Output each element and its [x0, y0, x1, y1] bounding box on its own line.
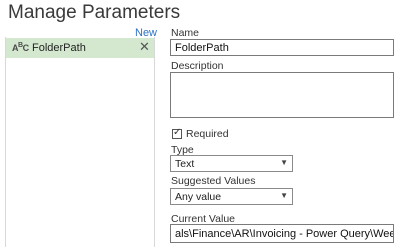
description-label: Description — [171, 60, 224, 72]
required-checkbox[interactable]: ✓ — [172, 127, 182, 139]
suggested-values-dropdown[interactable]: Any value ▼ — [170, 188, 293, 205]
dialog-title: Manage Parameters — [8, 2, 181, 23]
parameter-item-folderpath[interactable]: ABC FolderPath ✕ — [6, 38, 154, 58]
suggested-values-label: Suggested Values — [171, 175, 256, 187]
chevron-down-icon: ▼ — [280, 191, 288, 200]
parameter-list: ABC FolderPath ✕ — [5, 37, 155, 247]
text-type-icon: ABC — [12, 42, 29, 53]
name-label: Name — [171, 27, 200, 39]
suggested-values-dropdown-value: Any value — [175, 191, 222, 203]
checkmark-icon: ✓ — [173, 127, 182, 138]
type-dropdown-value: Text — [175, 158, 195, 170]
parameter-item-label: FolderPath — [32, 42, 86, 54]
delete-icon[interactable]: ✕ — [139, 39, 150, 55]
chevron-down-icon: ▼ — [280, 158, 288, 167]
required-label: Required — [186, 128, 229, 140]
type-dropdown[interactable]: Text ▼ — [170, 155, 293, 172]
description-field[interactable] — [170, 72, 394, 118]
name-field[interactable]: FolderPath — [170, 39, 394, 56]
current-value-field[interactable]: als\Finance\AR\Invoicing - Power Query\W… — [170, 224, 394, 243]
